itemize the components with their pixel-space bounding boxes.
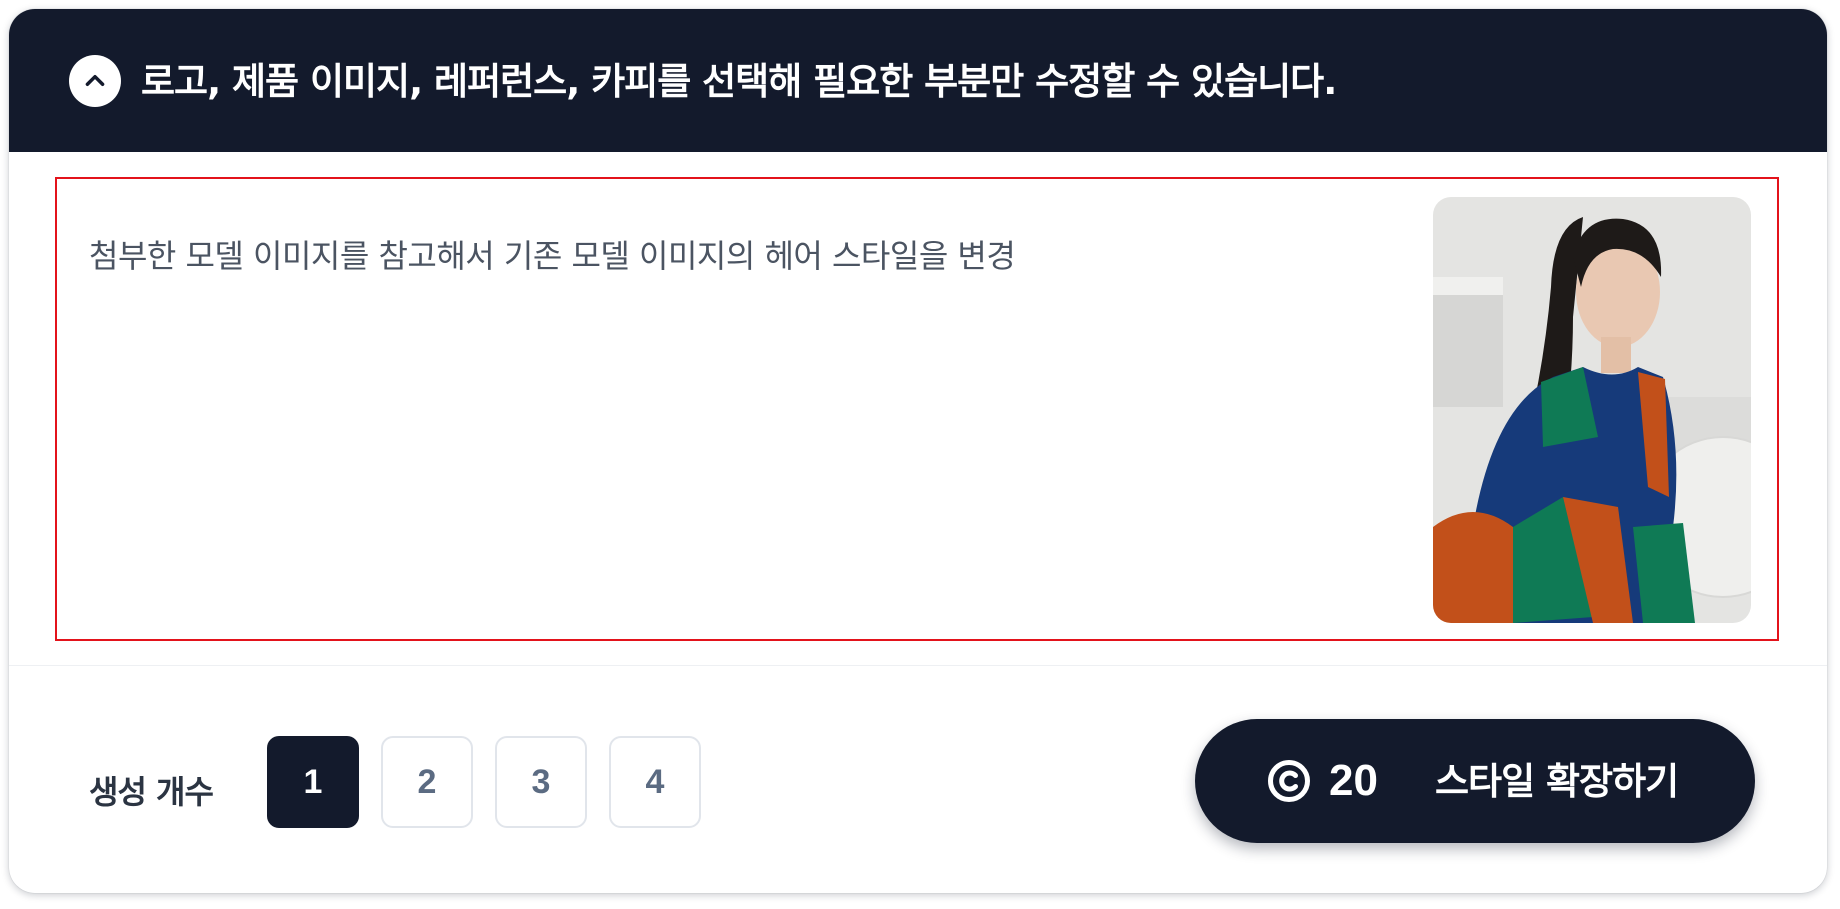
model-photo-image: [1433, 197, 1751, 623]
generation-count-label: 생성 개수: [89, 773, 214, 811]
count-option-1[interactable]: 1: [267, 736, 359, 828]
panel-header[interactable]: 로고, 제품 이미지, 레퍼런스, 카피를 선택해 필요한 부분만 수정할 수 …: [9, 9, 1827, 152]
prompt-editor[interactable]: 첨부한 모델 이미지를 참고해서 기존 모델 이미지의 헤어 스타일을 변경: [55, 177, 1779, 641]
count-option-2[interactable]: 2: [381, 736, 473, 828]
chevron-up-icon: [85, 74, 105, 86]
section-divider: [9, 665, 1827, 666]
panel-title: 로고, 제품 이미지, 레퍼런스, 카피를 선택해 필요한 부분만 수정할 수 …: [141, 60, 1337, 103]
style-edit-panel: 로고, 제품 이미지, 레퍼런스, 카피를 선택해 필요한 부분만 수정할 수 …: [9, 9, 1827, 893]
expand-style-button[interactable]: 20 스타일 확장하기: [1195, 719, 1755, 843]
count-option-4[interactable]: 4: [609, 736, 701, 828]
count-option-3[interactable]: 3: [495, 736, 587, 828]
prompt-text[interactable]: 첨부한 모델 이미지를 참고해서 기존 모델 이미지의 헤어 스타일을 변경: [89, 231, 1016, 277]
copyright-coin-icon: [1268, 760, 1310, 802]
expand-style-label: 스타일 확장하기: [1435, 760, 1679, 803]
collapse-button[interactable]: [69, 55, 121, 107]
reference-image-thumbnail[interactable]: [1433, 197, 1751, 623]
credit-cost: 20: [1329, 756, 1378, 805]
